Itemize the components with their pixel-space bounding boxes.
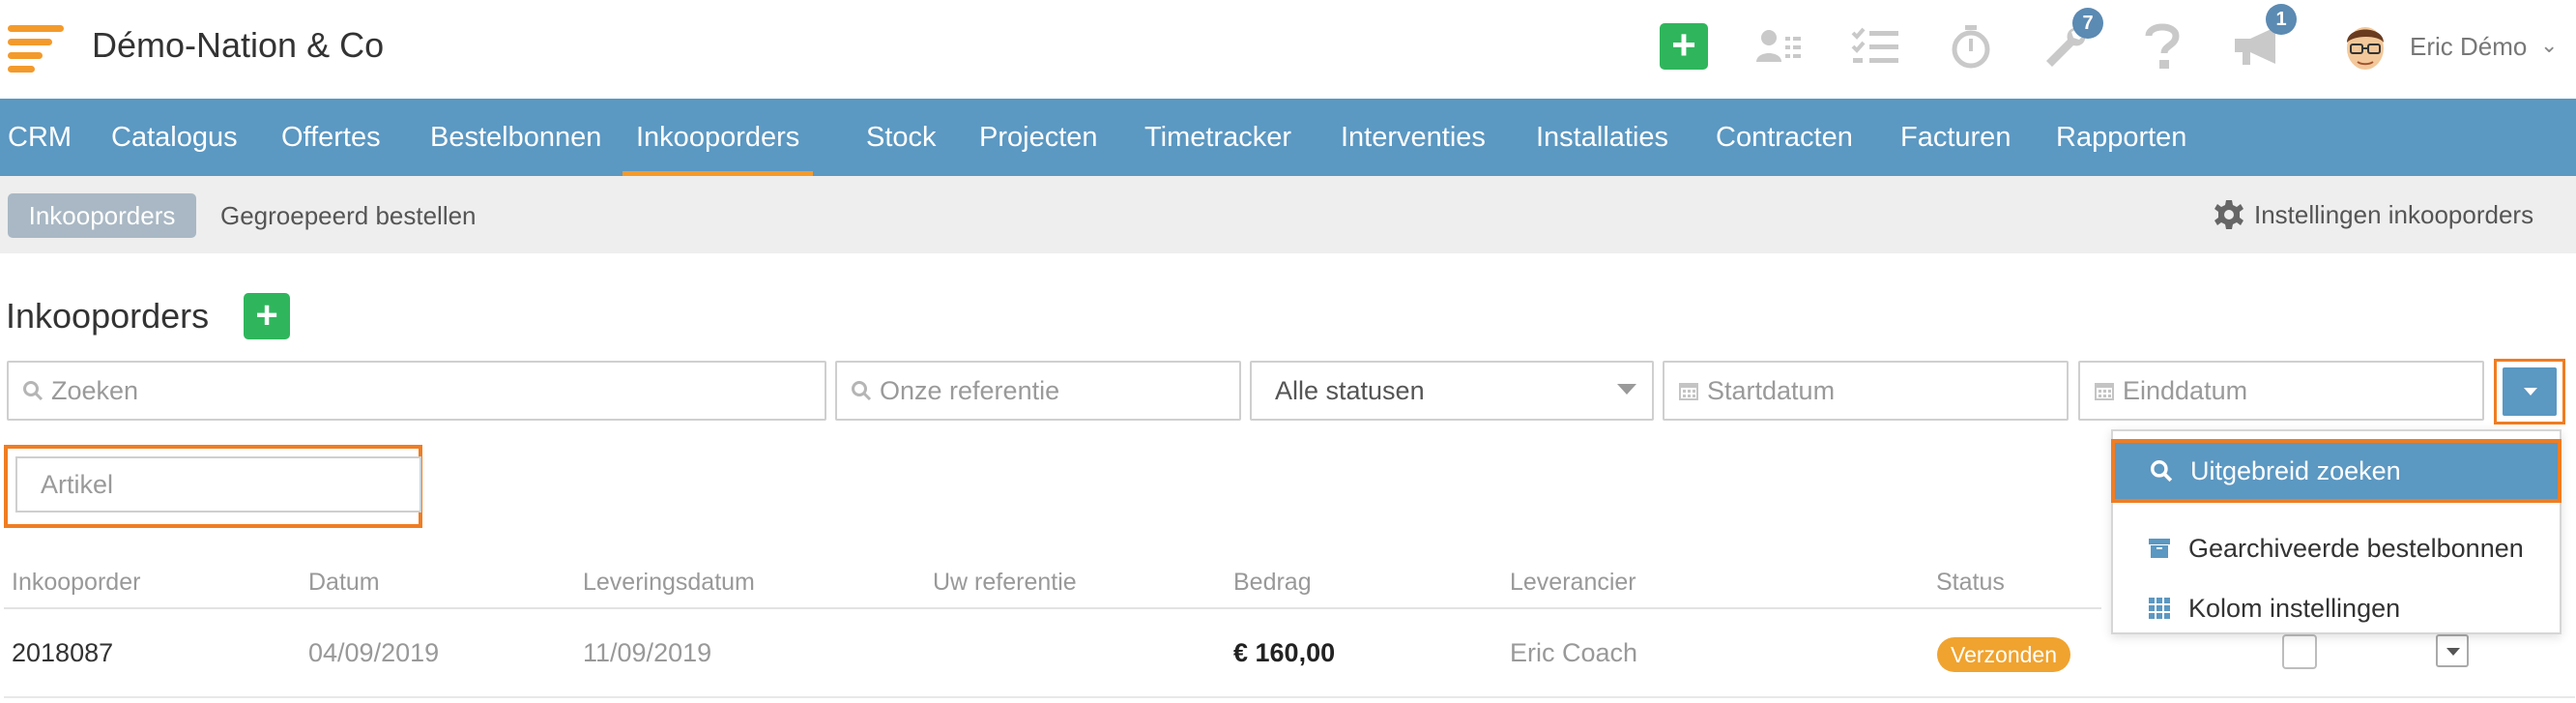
contacts-icon[interactable]: [1751, 21, 1806, 72]
nav-item-catalogus[interactable]: Catalogus: [111, 99, 238, 176]
subnav-inkooporders[interactable]: Inkooporders: [8, 193, 196, 238]
stopwatch-icon[interactable]: [1944, 21, 1998, 72]
article-input[interactable]: Artikel: [15, 456, 421, 513]
column-header-date[interactable]: Datum: [308, 569, 380, 597]
chevron-down-icon[interactable]: ⌄: [2540, 33, 2558, 58]
gear-icon: [2214, 200, 2243, 229]
row-checkbox[interactable]: [2282, 634, 2317, 669]
tasks-icon[interactable]: [1848, 21, 1902, 72]
column-header-amount[interactable]: Bedrag: [1233, 569, 1312, 597]
settings-link[interactable]: Instellingen inkooporders: [2214, 199, 2533, 230]
column-header-your-reference[interactable]: Uw referentie: [933, 569, 1077, 597]
search-icon: [23, 381, 43, 401]
status-select[interactable]: Alle statusen: [1250, 361, 1654, 421]
column-header-supplier[interactable]: Leverancier: [1510, 569, 1636, 597]
nav-item-timetracker[interactable]: Timetracker: [1144, 99, 1291, 176]
menu-item-column-settings[interactable]: Kolom instellingen: [2113, 578, 2560, 638]
nav-item-interventies[interactable]: Interventies: [1341, 99, 1486, 176]
add-purchase-order-button[interactable]: +: [244, 293, 290, 339]
column-header-order[interactable]: Inkooporder: [12, 569, 140, 597]
nav-item-stock[interactable]: Stock: [866, 99, 937, 176]
status-select-value: Alle statusen: [1275, 375, 1425, 405]
end-date-placeholder: Einddatum: [2123, 375, 2248, 405]
table-row-divider: [4, 696, 2575, 698]
column-header-status[interactable]: Status: [1936, 569, 2005, 597]
search-icon: [852, 381, 872, 401]
cell-date: 04/09/2019: [308, 638, 440, 667]
menu-item-label: Gearchiveerde bestelbonnen: [2188, 533, 2524, 563]
announcements-badge: 1: [2266, 4, 2297, 35]
menu-item-label: Kolom instellingen: [2188, 593, 2401, 623]
main-navigation: CRM Catalogus Offertes Bestelbonnen Inko…: [0, 99, 2576, 176]
row-actions-dropdown[interactable]: [2436, 634, 2469, 667]
search-input[interactable]: Zoeken: [7, 361, 826, 421]
nav-item-contracten[interactable]: Contracten: [1716, 99, 1853, 176]
caret-down-icon: [2503, 367, 2557, 416]
nav-item-facturen[interactable]: Facturen: [1900, 99, 2011, 176]
avatar[interactable]: [2340, 19, 2390, 73]
subnav-grouped-ordering[interactable]: Gegroepeerd bestellen: [220, 201, 477, 231]
tools-badge: 7: [2072, 8, 2103, 39]
nav-item-inkooporders[interactable]: Inkooporders: [622, 99, 814, 176]
article-filter-highlight: Artikel: [4, 445, 422, 528]
archive-icon: [2149, 539, 2170, 558]
user-name[interactable]: Eric Démo: [2410, 32, 2527, 62]
caret-down-icon: [1617, 384, 1636, 395]
search-icon: [2150, 459, 2173, 483]
search-placeholder: Zoeken: [51, 375, 139, 405]
settings-label: Instellingen inkooporders: [2254, 199, 2534, 229]
calendar-icon: [1679, 383, 1698, 400]
cell-supplier: Eric Coach: [1510, 638, 1638, 667]
cell-order-number[interactable]: 2018087: [12, 638, 113, 668]
filter-options-menu: Uitgebreid zoeken Gearchiveerde bestelbo…: [2111, 429, 2562, 634]
cell-amount: € 160,00: [1233, 638, 1336, 667]
status-badge: Verzonden: [1937, 637, 2070, 672]
reference-input[interactable]: Onze referentie: [835, 361, 1241, 421]
end-date-input[interactable]: Einddatum: [2078, 361, 2484, 421]
nav-item-bestelbonnen[interactable]: Bestelbonnen: [430, 99, 601, 176]
nav-item-crm[interactable]: CRM: [8, 99, 72, 176]
menu-item-archived-orders[interactable]: Gearchiveerde bestelbonnen: [2113, 518, 2560, 578]
start-date-placeholder: Startdatum: [1707, 375, 1836, 405]
filter-options-dropdown-toggle[interactable]: [2494, 359, 2565, 425]
quick-add-button[interactable]: +: [1660, 23, 1708, 70]
sub-navigation: Inkooporders Gegroepeerd bestellen Inste…: [0, 176, 2576, 253]
grid-icon: [2149, 598, 2170, 619]
menu-item-advanced-search[interactable]: Uitgebreid zoeken: [2111, 439, 2562, 503]
help-icon[interactable]: [2135, 21, 2189, 72]
menu-logo[interactable]: [8, 25, 66, 73]
reference-placeholder: Onze referentie: [880, 375, 1060, 405]
nav-item-rapporten[interactable]: Rapporten: [2056, 99, 2186, 176]
calendar-icon: [2095, 383, 2114, 400]
cell-delivery-date: 11/09/2019: [583, 638, 712, 667]
nav-item-installaties[interactable]: Installaties: [1536, 99, 1668, 176]
nav-item-offertes[interactable]: Offertes: [281, 99, 381, 176]
company-name[interactable]: Démo-Nation & Co: [92, 25, 384, 66]
table-header-divider: [4, 607, 2101, 609]
top-header: Démo-Nation & Co + 7 1 Eric Démo ⌄: [0, 0, 2576, 99]
page-title: Inkooporders: [6, 296, 210, 336]
menu-item-label: Uitgebreid zoeken: [2190, 455, 2401, 485]
column-header-delivery-date[interactable]: Leveringsdatum: [583, 569, 755, 597]
nav-item-projecten[interactable]: Projecten: [979, 99, 1098, 176]
start-date-input[interactable]: Startdatum: [1663, 361, 2069, 421]
